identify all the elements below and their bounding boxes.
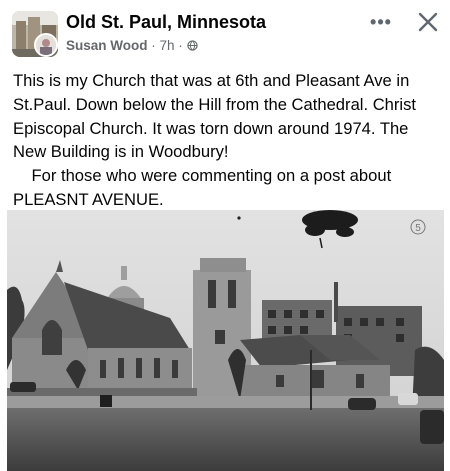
post-time[interactable]: 7h: [160, 38, 175, 53]
paragraph-indent: [13, 166, 31, 185]
post-meta: Susan Wood · 7h ·: [66, 38, 198, 53]
post-photo[interactable]: 5: [0, 210, 450, 471]
post-paragraph-2-text: For those who were commenting on a post …: [13, 166, 392, 209]
separator-dot: ·: [174, 38, 187, 53]
more-options-button[interactable]: •••: [366, 10, 396, 34]
post-header: Old St. Paul, Minnesota Susan Wood · 7h …: [0, 0, 450, 62]
close-button[interactable]: [414, 8, 442, 36]
more-icon: •••: [370, 11, 392, 32]
globe-icon: [186, 38, 198, 53]
author-name[interactable]: Susan Wood: [66, 38, 148, 53]
group-name[interactable]: Old St. Paul, Minnesota: [66, 12, 266, 33]
author-avatar[interactable]: [34, 33, 58, 57]
meta-separator: ·: [147, 38, 160, 53]
close-icon: [418, 12, 438, 32]
post-body: This is my Church that was at 6th and Pl…: [13, 69, 443, 212]
photo-number: 5: [415, 223, 421, 234]
post-paragraph-2: For those who were commenting on a post …: [13, 164, 443, 212]
post-paragraph-1: This is my Church that was at 6th and Pl…: [13, 71, 417, 162]
